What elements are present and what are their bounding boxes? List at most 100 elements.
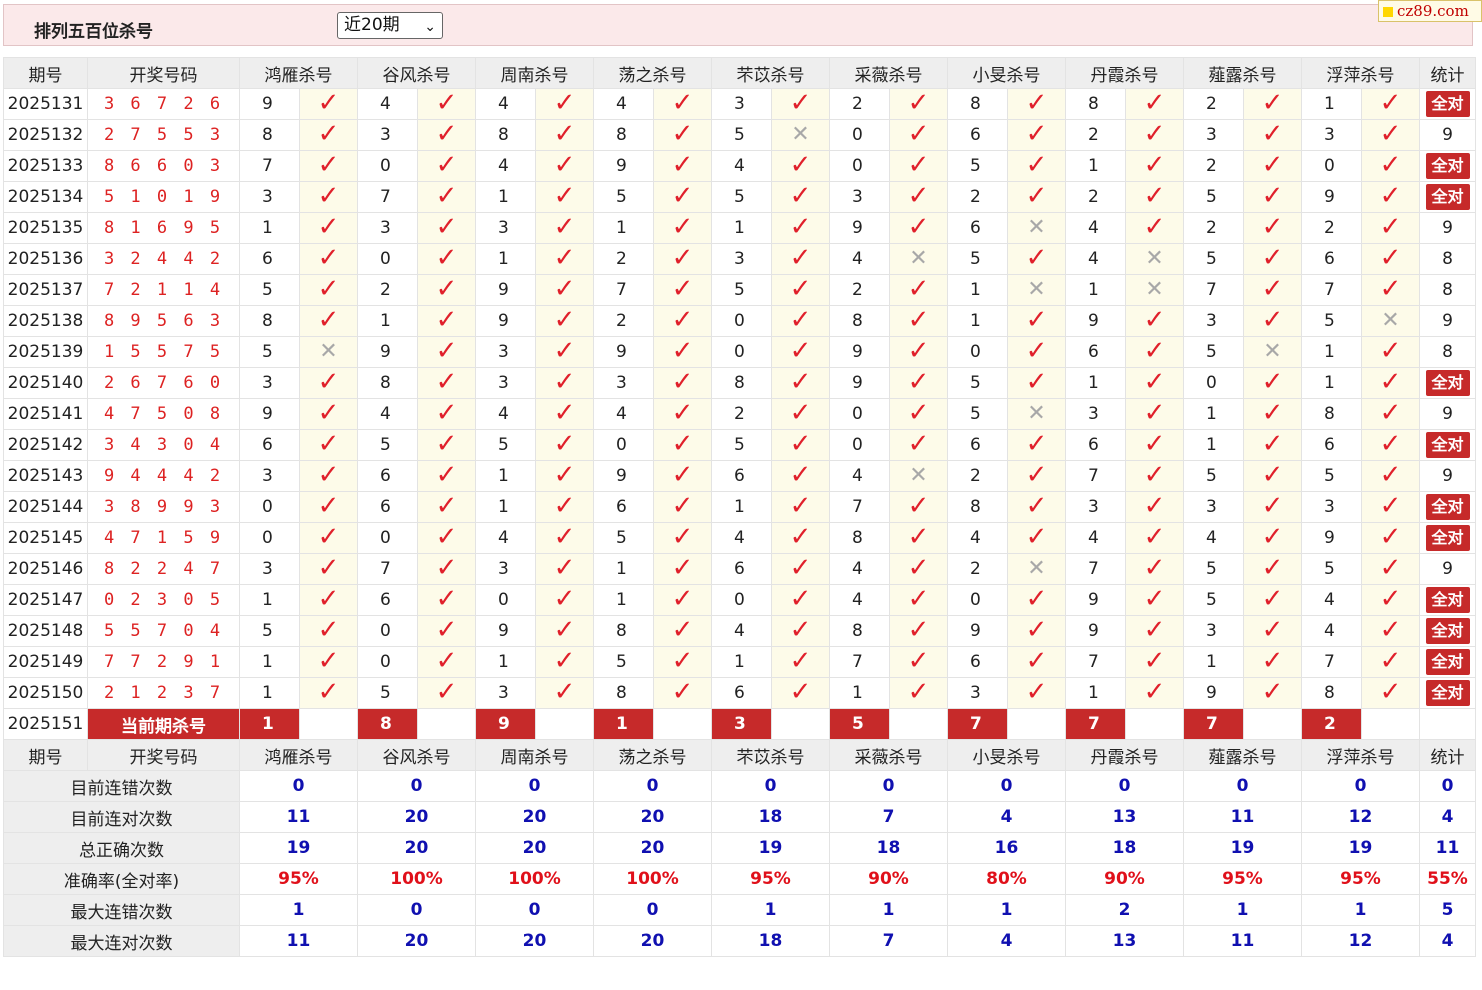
check-icon: ✓ xyxy=(1379,553,1402,583)
check-icon: ✓ xyxy=(317,553,340,583)
issue-cell: 2025141 xyxy=(3,398,88,430)
table-row: 2025149 7 7 2 9 1 1 ✓ 0 ✓ 1 ✓ 5 ✓ 1 ✓ 7 ✓ 6 ✓ 7 ✓ 1 ✓ 7 ✓ 全对 xyxy=(3,646,1476,678)
kill-number-cell: 4 xyxy=(475,522,536,554)
summary-value: 11 xyxy=(239,925,358,957)
kill-number-cell: 6 xyxy=(1301,429,1362,461)
summary-row: 最大连错次数 1 0 0 0 1 1 1 2 1 1 5 xyxy=(3,894,1476,926)
stat-cell: 全对 xyxy=(1419,677,1476,709)
result-mark-cell: ✓ xyxy=(299,615,358,647)
kill-number-cell: 4 xyxy=(1301,615,1362,647)
kill-number-cell: 5 xyxy=(475,429,536,461)
check-icon: ✓ xyxy=(317,212,340,242)
kill-number-cell: 2 xyxy=(1183,212,1244,244)
check-icon: ✓ xyxy=(435,181,458,211)
result-mark-cell: ✓ xyxy=(1361,460,1420,492)
result-mark-cell: ✓ xyxy=(1243,522,1302,554)
kill-number-cell: 1 xyxy=(357,305,418,337)
stat-cell: 9 xyxy=(1419,305,1476,337)
summary-value: 20 xyxy=(593,801,712,833)
kill-number-cell: 1 xyxy=(475,646,536,678)
result-mark-cell: ✓ xyxy=(535,429,594,461)
column-header-expert: 小旻杀号 xyxy=(947,739,1066,771)
kill-number-cell: 9 xyxy=(593,150,654,182)
result-mark-cell: ✓ xyxy=(299,243,358,275)
summary-row: 总正确次数 19 20 20 20 19 18 16 18 19 19 11 xyxy=(3,832,1476,864)
summary-value: 0 xyxy=(357,770,476,802)
check-icon: ✓ xyxy=(671,367,694,397)
column-header-expert: 荡之杀号 xyxy=(593,57,712,89)
check-icon: ✓ xyxy=(1025,336,1048,366)
check-icon: ✓ xyxy=(1025,243,1048,273)
kill-number-cell: 3 xyxy=(239,367,300,399)
summary-value: 0 xyxy=(357,894,476,926)
kill-number-cell: 9 xyxy=(593,336,654,368)
kill-number-cell: 4 xyxy=(1065,522,1126,554)
draw-number-cell: 3 4 3 0 4 xyxy=(87,429,240,461)
summary-value: 0 xyxy=(593,894,712,926)
result-mark-cell: ✓ xyxy=(417,119,476,151)
column-header-expert: 鸿雁杀号 xyxy=(239,57,358,89)
period-select[interactable]: 近20期 ⌄ xyxy=(337,12,443,39)
check-icon: ✓ xyxy=(789,243,812,273)
result-mark-cell: ✓ xyxy=(653,181,712,213)
result-mark-cell: ✓ xyxy=(1125,212,1184,244)
check-icon: ✓ xyxy=(1143,336,1166,366)
result-mark-cell: ✓ xyxy=(1243,88,1302,120)
result-mark-cell: ✓ xyxy=(1243,584,1302,616)
result-mark-cell: ✓ xyxy=(417,367,476,399)
summary-value: 18 xyxy=(711,925,830,957)
check-icon: ✓ xyxy=(1261,615,1284,645)
kill-number-cell: 8 xyxy=(593,119,654,151)
result-mark-cell: ✓ xyxy=(1361,181,1420,213)
result-mark-cell: ✕ xyxy=(1243,336,1302,368)
summary-value: 2 xyxy=(1065,894,1184,926)
result-mark-cell: ✓ xyxy=(417,646,476,678)
kill-number-cell: 8 xyxy=(239,305,300,337)
table-row: 2025137 7 2 1 1 4 5 ✓ 2 ✓ 9 ✓ 7 ✓ 5 ✓ 2 ✓ 1 ✕ 1 ✕ 7 ✓ 7 ✓ 8 xyxy=(3,274,1476,306)
column-header-expert: 浮萍杀号 xyxy=(1301,57,1420,89)
kill-number-cell: 3 xyxy=(711,243,772,275)
kill-number-cell: 8 xyxy=(593,615,654,647)
issue-cell: 2025148 xyxy=(3,615,88,647)
check-icon: ✓ xyxy=(553,491,576,521)
result-mark-cell: ✓ xyxy=(535,522,594,554)
site-logo[interactable]: cz89.com xyxy=(1378,0,1482,22)
kill-number-cell: 2 xyxy=(1183,88,1244,120)
check-icon: ✓ xyxy=(1379,181,1402,211)
summary-value: 1 xyxy=(947,894,1066,926)
result-mark-cell: ✓ xyxy=(889,88,948,120)
kill-number-cell: 0 xyxy=(357,243,418,275)
kill-number-cell: 1 xyxy=(475,243,536,275)
check-icon: ✓ xyxy=(789,522,812,552)
kill-number-cell: 3 xyxy=(475,367,536,399)
summary-value: 80% xyxy=(947,863,1066,895)
kill-number-cell: 2 xyxy=(1183,150,1244,182)
result-mark-cell: ✓ xyxy=(1243,305,1302,337)
stat-cell: 全对 xyxy=(1419,150,1476,182)
kill-number-cell: 4 xyxy=(829,243,890,275)
check-icon: ✓ xyxy=(1025,491,1048,521)
summary-row: 目前连对次数 11 20 20 20 18 7 4 13 11 12 4 xyxy=(3,801,1476,833)
result-mark-cell: ✓ xyxy=(653,460,712,492)
check-icon: ✓ xyxy=(671,677,694,707)
period-select-value: 近20期 xyxy=(344,15,400,35)
check-icon: ✓ xyxy=(907,367,930,397)
check-icon: ✓ xyxy=(1379,243,1402,273)
kill-number-cell: 1 xyxy=(593,584,654,616)
kill-number-cell: 6 xyxy=(711,553,772,585)
summary-value: 20 xyxy=(593,925,712,957)
result-mark-cell: ✓ xyxy=(653,274,712,306)
check-icon: ✓ xyxy=(435,646,458,676)
result-mark-cell: ✓ xyxy=(771,553,830,585)
check-icon: ✓ xyxy=(435,150,458,180)
draw-number-cell: 8 2 2 4 7 xyxy=(87,553,240,585)
result-mark-cell: ✕ xyxy=(1361,305,1420,337)
kill-number-cell: 9 xyxy=(1065,584,1126,616)
kill-number-cell: 4 xyxy=(711,522,772,554)
summary-value: 18 xyxy=(711,801,830,833)
kill-number-cell: 0 xyxy=(239,522,300,554)
kill-number-cell: 5 xyxy=(947,150,1008,182)
draw-number-cell: 8 9 5 6 3 xyxy=(87,305,240,337)
kill-number-cell: 6 xyxy=(1301,243,1362,275)
check-icon: ✓ xyxy=(907,584,930,614)
